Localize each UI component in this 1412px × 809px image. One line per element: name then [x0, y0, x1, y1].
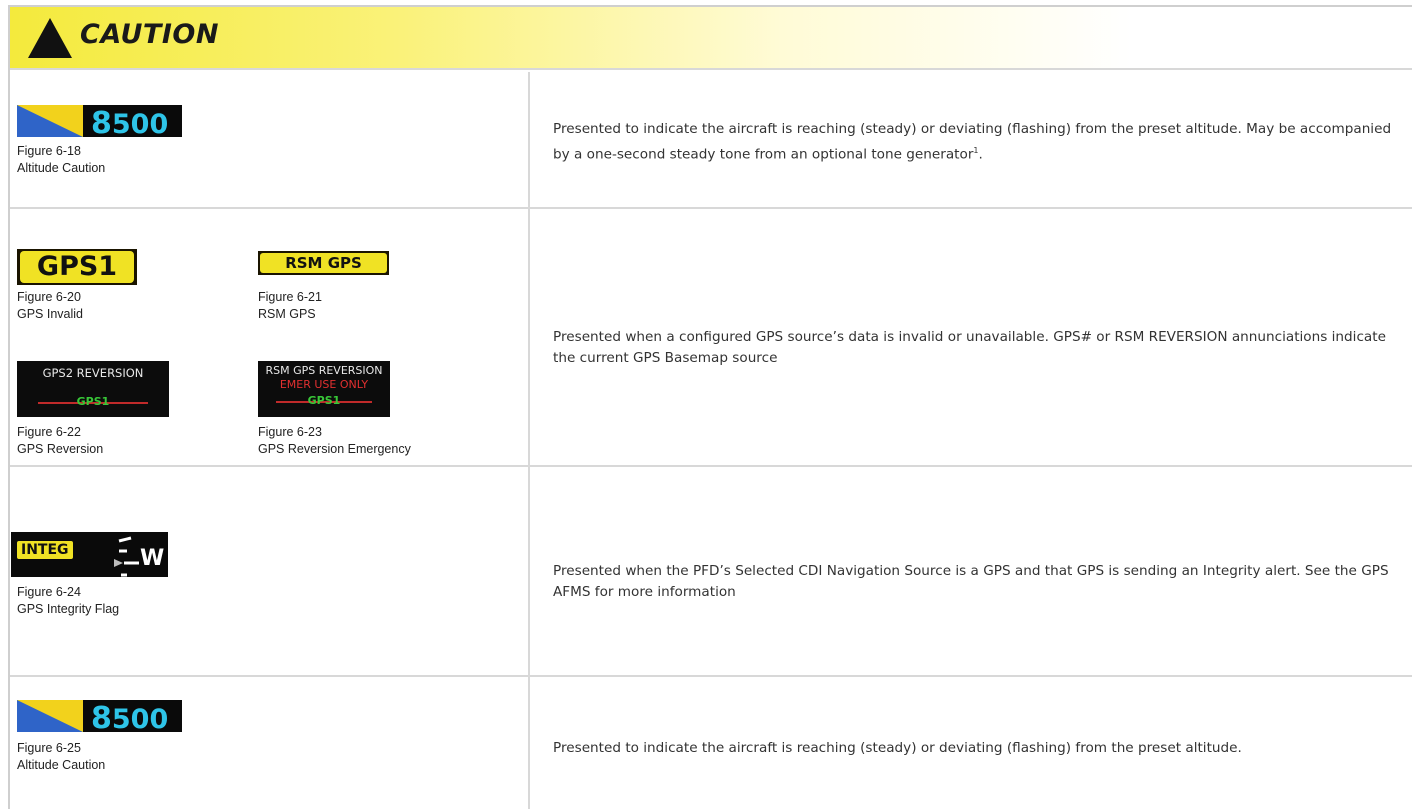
figure-title: GPS Reversion Emergency: [258, 442, 411, 456]
altitude-caution-display: 8500: [17, 105, 182, 137]
altitude-hundreds: 500: [111, 109, 169, 137]
figure-caption: Figure 6-24 GPS Integrity Flag: [17, 584, 119, 618]
caution-banner: CAUTION: [10, 7, 1412, 70]
figure-caption: Figure 6-22 GPS Reversion: [17, 424, 103, 458]
altitude-thousands: 8: [91, 701, 112, 732]
row-description: Presented to indicate the aircraft is re…: [553, 121, 1392, 163]
altitude-thousands: 8: [91, 106, 112, 137]
figure-number: Figure 6-22: [17, 425, 81, 439]
figure-caption: Figure 6-25 Altitude Caution: [17, 740, 105, 774]
figure-caption: Figure 6-21 RSM GPS: [258, 289, 322, 323]
figure-number: Figure 6-20: [17, 290, 81, 304]
gps-reversion-display: GPS2 REVERSION GPS1: [17, 361, 169, 417]
row-description: Presented when a configured GPS source’s…: [553, 329, 1386, 366]
figure-title: RSM GPS: [258, 307, 316, 321]
figure-number: Figure 6-18: [17, 144, 81, 158]
figure-title: GPS Integrity Flag: [17, 602, 120, 616]
row-description: Presented to indicate the aircraft is re…: [553, 740, 1242, 756]
figure-number: Figure 6-25: [17, 741, 81, 755]
figure-title: Altitude Caution: [17, 758, 106, 772]
altitude-hundreds: 500: [111, 704, 169, 732]
rsm-gps-badge: RSM GPS: [258, 251, 389, 275]
gps-reversion-emergency-display: RSM GPS REVERSION EMER USE ONLY GPS1: [258, 361, 390, 417]
figure-title: Altitude Caution: [17, 161, 106, 175]
figure-caption: Figure 6-20 GPS Invalid: [17, 289, 83, 323]
row-description: Presented when the PFD’s Selected CDI Na…: [553, 563, 1389, 600]
figure-number: Figure 6-21: [258, 290, 322, 304]
figure-caption: Figure 6-23 GPS Reversion Emergency: [258, 424, 411, 458]
figure-caption: Figure 6-18 Altitude Caution: [17, 143, 105, 177]
figure-number: Figure 6-24: [17, 585, 81, 599]
figure-title: GPS Reversion: [17, 442, 104, 456]
figure-title: GPS Invalid: [17, 307, 84, 321]
gps-integrity-flag-display: INTEG W: [11, 532, 168, 577]
gps1-invalid-badge: GPS1: [17, 249, 137, 285]
caution-title: CAUTION: [80, 19, 219, 50]
warning-triangle-icon: [28, 18, 72, 58]
figure-number: Figure 6-23: [258, 425, 322, 439]
altitude-caution-display: 8500: [17, 700, 182, 732]
